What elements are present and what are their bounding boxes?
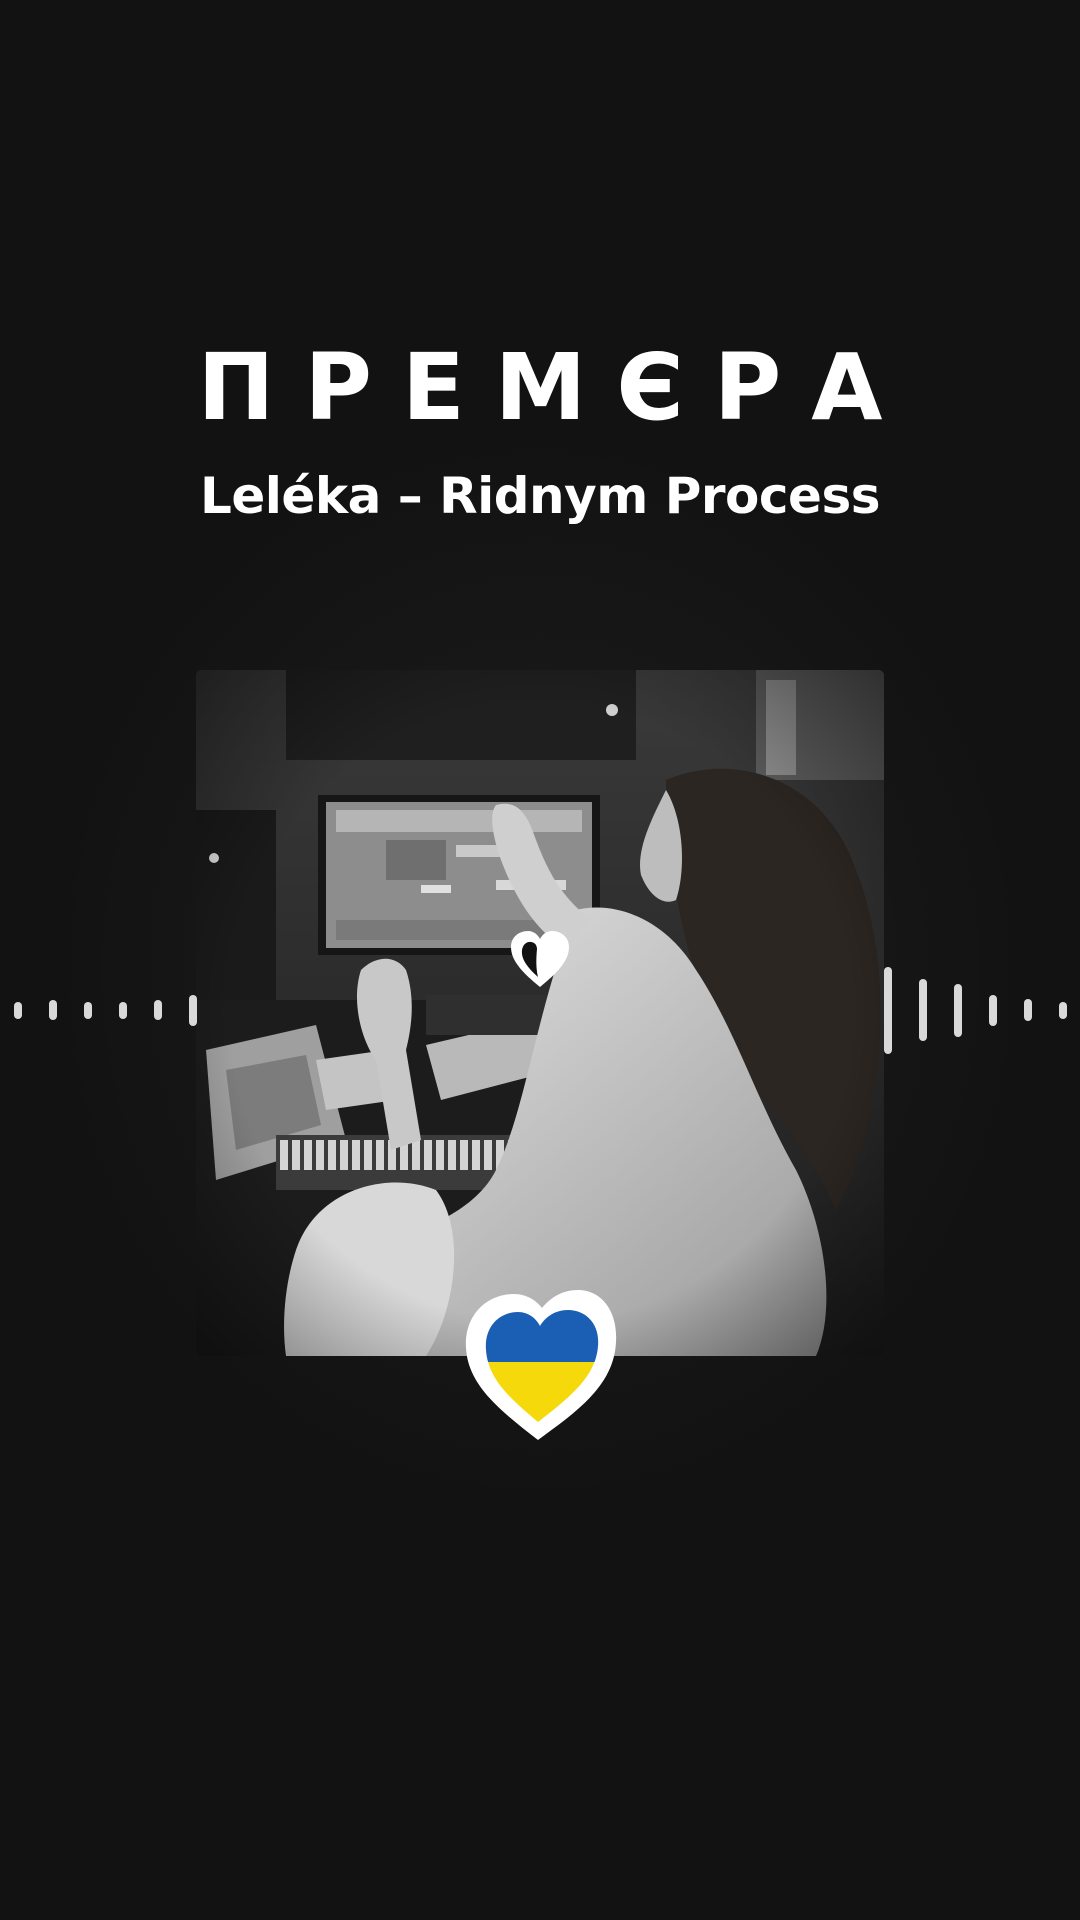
heart-outline-icon [511, 931, 569, 987]
video-frame: ПРЕМЄРА Leléka – Ridnym Process [0, 0, 1080, 1920]
waveform-bar [954, 984, 962, 1037]
waveform-bar [49, 1000, 57, 1020]
waveform-bar [154, 1000, 162, 1020]
waveform-right [880, 940, 1080, 1080]
waveform-bar [1059, 1002, 1067, 1019]
waveform-bar [919, 979, 927, 1041]
ukraine-flag-heart-icon [465, 1290, 617, 1440]
waveform-bar [14, 1002, 22, 1019]
waveform-bar [84, 1002, 92, 1019]
waveform-bar [1024, 999, 1032, 1021]
studio-photo [196, 670, 884, 1356]
song-title: Leléka – Ridnym Process [200, 467, 880, 525]
waveform-bar [989, 995, 997, 1026]
waveform-bar [189, 995, 197, 1026]
waveform-bar [884, 967, 892, 1054]
cover-photo [196, 670, 884, 1356]
waveform-bar [119, 1002, 127, 1019]
waveform-left [0, 940, 200, 1080]
premiere-title: ПРЕМЄРА [197, 334, 913, 441]
